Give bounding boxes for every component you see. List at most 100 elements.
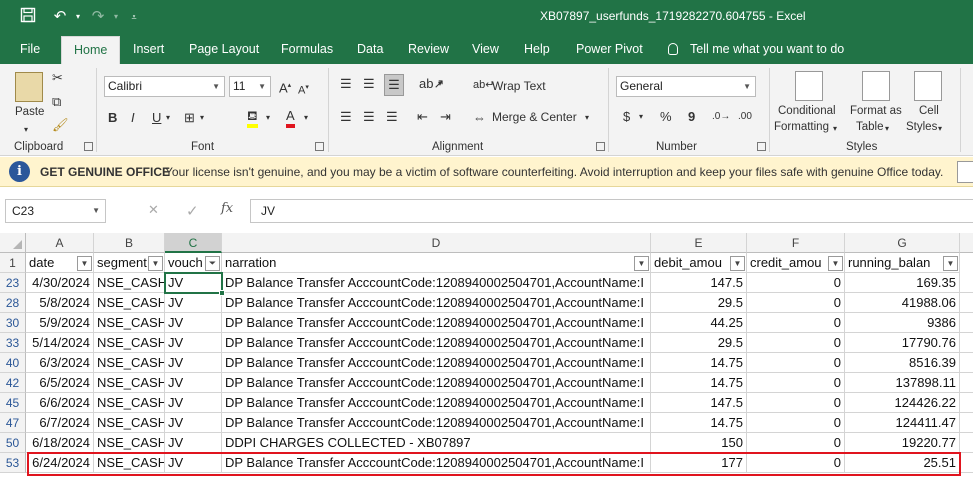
decrease-decimal-icon[interactable]: .00 <box>738 109 752 125</box>
cell-debit[interactable]: 150 <box>651 433 747 453</box>
tab-help[interactable]: Help <box>524 34 550 64</box>
row-header[interactable]: 40 <box>0 353 26 373</box>
font-color-icon[interactable]: A <box>286 108 295 128</box>
cell-balance[interactable]: 17790.76 <box>845 333 960 353</box>
paste-button[interactable]: Paste <box>15 106 44 118</box>
row-header[interactable]: 53 <box>0 453 26 473</box>
column-header-f[interactable]: F <box>747 233 845 253</box>
header-cell-segment[interactable]: segment ▼ <box>94 253 165 273</box>
cell-credit[interactable]: 0 <box>747 273 845 293</box>
row-header[interactable]: 1 <box>0 253 26 273</box>
undo-icon[interactable]: ↶ <box>50 7 70 27</box>
merge-center-icon[interactable]: ⇔ <box>473 110 486 126</box>
header-cell-debit[interactable]: debit_amou ▼ <box>651 253 747 273</box>
header-cell-balance[interactable]: running_balan ▼ <box>845 253 960 273</box>
format-as-table-icon[interactable] <box>862 71 890 101</box>
cell-voucher[interactable]: JV <box>165 373 222 393</box>
column-header-e[interactable]: E <box>651 233 747 253</box>
cell-segment[interactable]: NSE_CASH <box>94 293 165 313</box>
cell-balance[interactable]: 169.35 <box>845 273 960 293</box>
header-cell-date[interactable]: date ▼ <box>26 253 94 273</box>
cell-overflow[interactable] <box>960 433 973 453</box>
cell-voucher[interactable]: JV <box>165 293 222 313</box>
cell-voucher[interactable]: JV <box>165 433 222 453</box>
bold-button[interactable]: B <box>108 110 117 126</box>
tab-home[interactable]: Home <box>61 36 121 64</box>
cell-overflow[interactable] <box>960 413 973 433</box>
tab-power-pivot[interactable]: Power Pivot <box>576 34 643 64</box>
column-header-overflow[interactable] <box>960 233 973 253</box>
column-header-g[interactable]: G <box>845 233 960 253</box>
column-header-d[interactable]: D <box>222 233 651 253</box>
tab-view[interactable]: View <box>472 34 499 64</box>
cell-segment[interactable]: NSE_CASH <box>94 313 165 333</box>
redo-dropdown-icon[interactable]: ▾ <box>106 7 126 27</box>
cell-balance[interactable]: 9386 <box>845 313 960 333</box>
cell-debit[interactable]: 14.75 <box>651 353 747 373</box>
cell-date[interactable]: 5/14/2024 <box>26 333 94 353</box>
row-header[interactable]: 30 <box>0 313 26 333</box>
cell-segment[interactable]: NSE_CASH <box>94 273 165 293</box>
cell-overflow[interactable] <box>960 373 973 393</box>
cell-overflow[interactable] <box>960 393 973 413</box>
filter-dropdown-icon[interactable]: ▼ <box>634 256 649 271</box>
cell-credit[interactable]: 0 <box>747 293 845 313</box>
cell-credit[interactable]: 0 <box>747 353 845 373</box>
underline-button[interactable]: U <box>152 110 161 126</box>
cell-credit[interactable]: 0 <box>747 393 845 413</box>
insert-function-button[interactable]: fx <box>221 201 233 216</box>
copy-icon[interactable]: ⧉ <box>52 94 61 110</box>
comma-button[interactable]: 9 <box>688 109 695 125</box>
align-top-icon[interactable]: ☰ <box>340 76 352 92</box>
cell-narration[interactable]: DP Balance Transfer AcccountCode:1208940… <box>222 313 651 333</box>
header-cell-voucher[interactable]: vouch ⏷ <box>165 253 222 273</box>
cell-balance[interactable]: 8516.39 <box>845 353 960 373</box>
cell-styles-line1[interactable]: Cell <box>919 105 939 117</box>
percent-button[interactable]: % <box>660 109 672 125</box>
cell-overflow[interactable] <box>960 293 973 313</box>
paste-dropdown-icon[interactable]: ▾ <box>24 122 28 138</box>
wrap-text-button[interactable]: Wrap Text <box>492 79 546 93</box>
alignment-launcher-icon[interactable] <box>596 142 605 151</box>
cell-date[interactable]: 6/18/2024 <box>26 433 94 453</box>
filter-dropdown-icon[interactable]: ▼ <box>148 256 163 271</box>
orientation-dropdown-icon[interactable]: ▾ <box>438 76 442 92</box>
cell-styles-icon[interactable] <box>914 71 942 101</box>
formula-input[interactable]: JV <box>250 199 973 223</box>
cell-voucher[interactable]: JV <box>165 413 222 433</box>
cell-overflow[interactable] <box>960 453 973 473</box>
cell-narration[interactable]: DP Balance Transfer AcccountCode:1208940… <box>222 353 651 373</box>
column-header-c[interactable]: C <box>165 233 222 253</box>
filter-dropdown-icon[interactable]: ▼ <box>77 256 92 271</box>
cut-icon[interactable]: ✂ <box>52 70 63 86</box>
cell-voucher[interactable]: JV <box>165 353 222 373</box>
filter-dropdown-icon[interactable]: ▼ <box>828 256 843 271</box>
tab-insert[interactable]: Insert <box>133 34 164 64</box>
cell-balance[interactable]: 137898.11 <box>845 373 960 393</box>
cell-balance[interactable]: 41988.06 <box>845 293 960 313</box>
filter-dropdown-icon[interactable]: ▼ <box>730 256 745 271</box>
cell-debit[interactable]: 14.75 <box>651 413 747 433</box>
align-right-icon[interactable]: ☰ <box>386 109 398 125</box>
row-header[interactable]: 50 <box>0 433 26 453</box>
cancel-icon[interactable]: ✕ <box>148 202 159 218</box>
undo-dropdown-icon[interactable]: ▾ <box>68 7 88 27</box>
cell-credit[interactable]: 0 <box>747 313 845 333</box>
row-header[interactable]: 42 <box>0 373 26 393</box>
currency-button[interactable]: $ <box>623 109 630 125</box>
select-all-button[interactable] <box>0 233 26 253</box>
font-name-select[interactable]: Calibri ▼ <box>104 76 225 97</box>
cell-debit[interactable]: 44.25 <box>651 313 747 333</box>
worksheet-grid[interactable]: A B C D E F G 1 date ▼ segment ▼ vouch ⏷ na… <box>0 233 973 480</box>
underline-dropdown-icon[interactable]: ▾ <box>166 110 170 126</box>
cell-segment[interactable]: NSE_CASH <box>94 413 165 433</box>
cell-date[interactable]: 5/9/2024 <box>26 313 94 333</box>
format-painter-icon[interactable]: 🖌 <box>52 117 69 133</box>
cell-debit[interactable]: 29.5 <box>651 293 747 313</box>
header-cell-credit[interactable]: credit_amou ▼ <box>747 253 845 273</box>
cell-narration[interactable]: DDPI CHARGES COLLECTED - XB07897 <box>222 433 651 453</box>
merge-center-button[interactable]: Merge & Center <box>492 110 577 124</box>
cell-narration[interactable]: DP Balance Transfer AcccountCode:1208940… <box>222 413 651 433</box>
cell-credit[interactable]: 0 <box>747 373 845 393</box>
cell-date[interactable]: 5/8/2024 <box>26 293 94 313</box>
